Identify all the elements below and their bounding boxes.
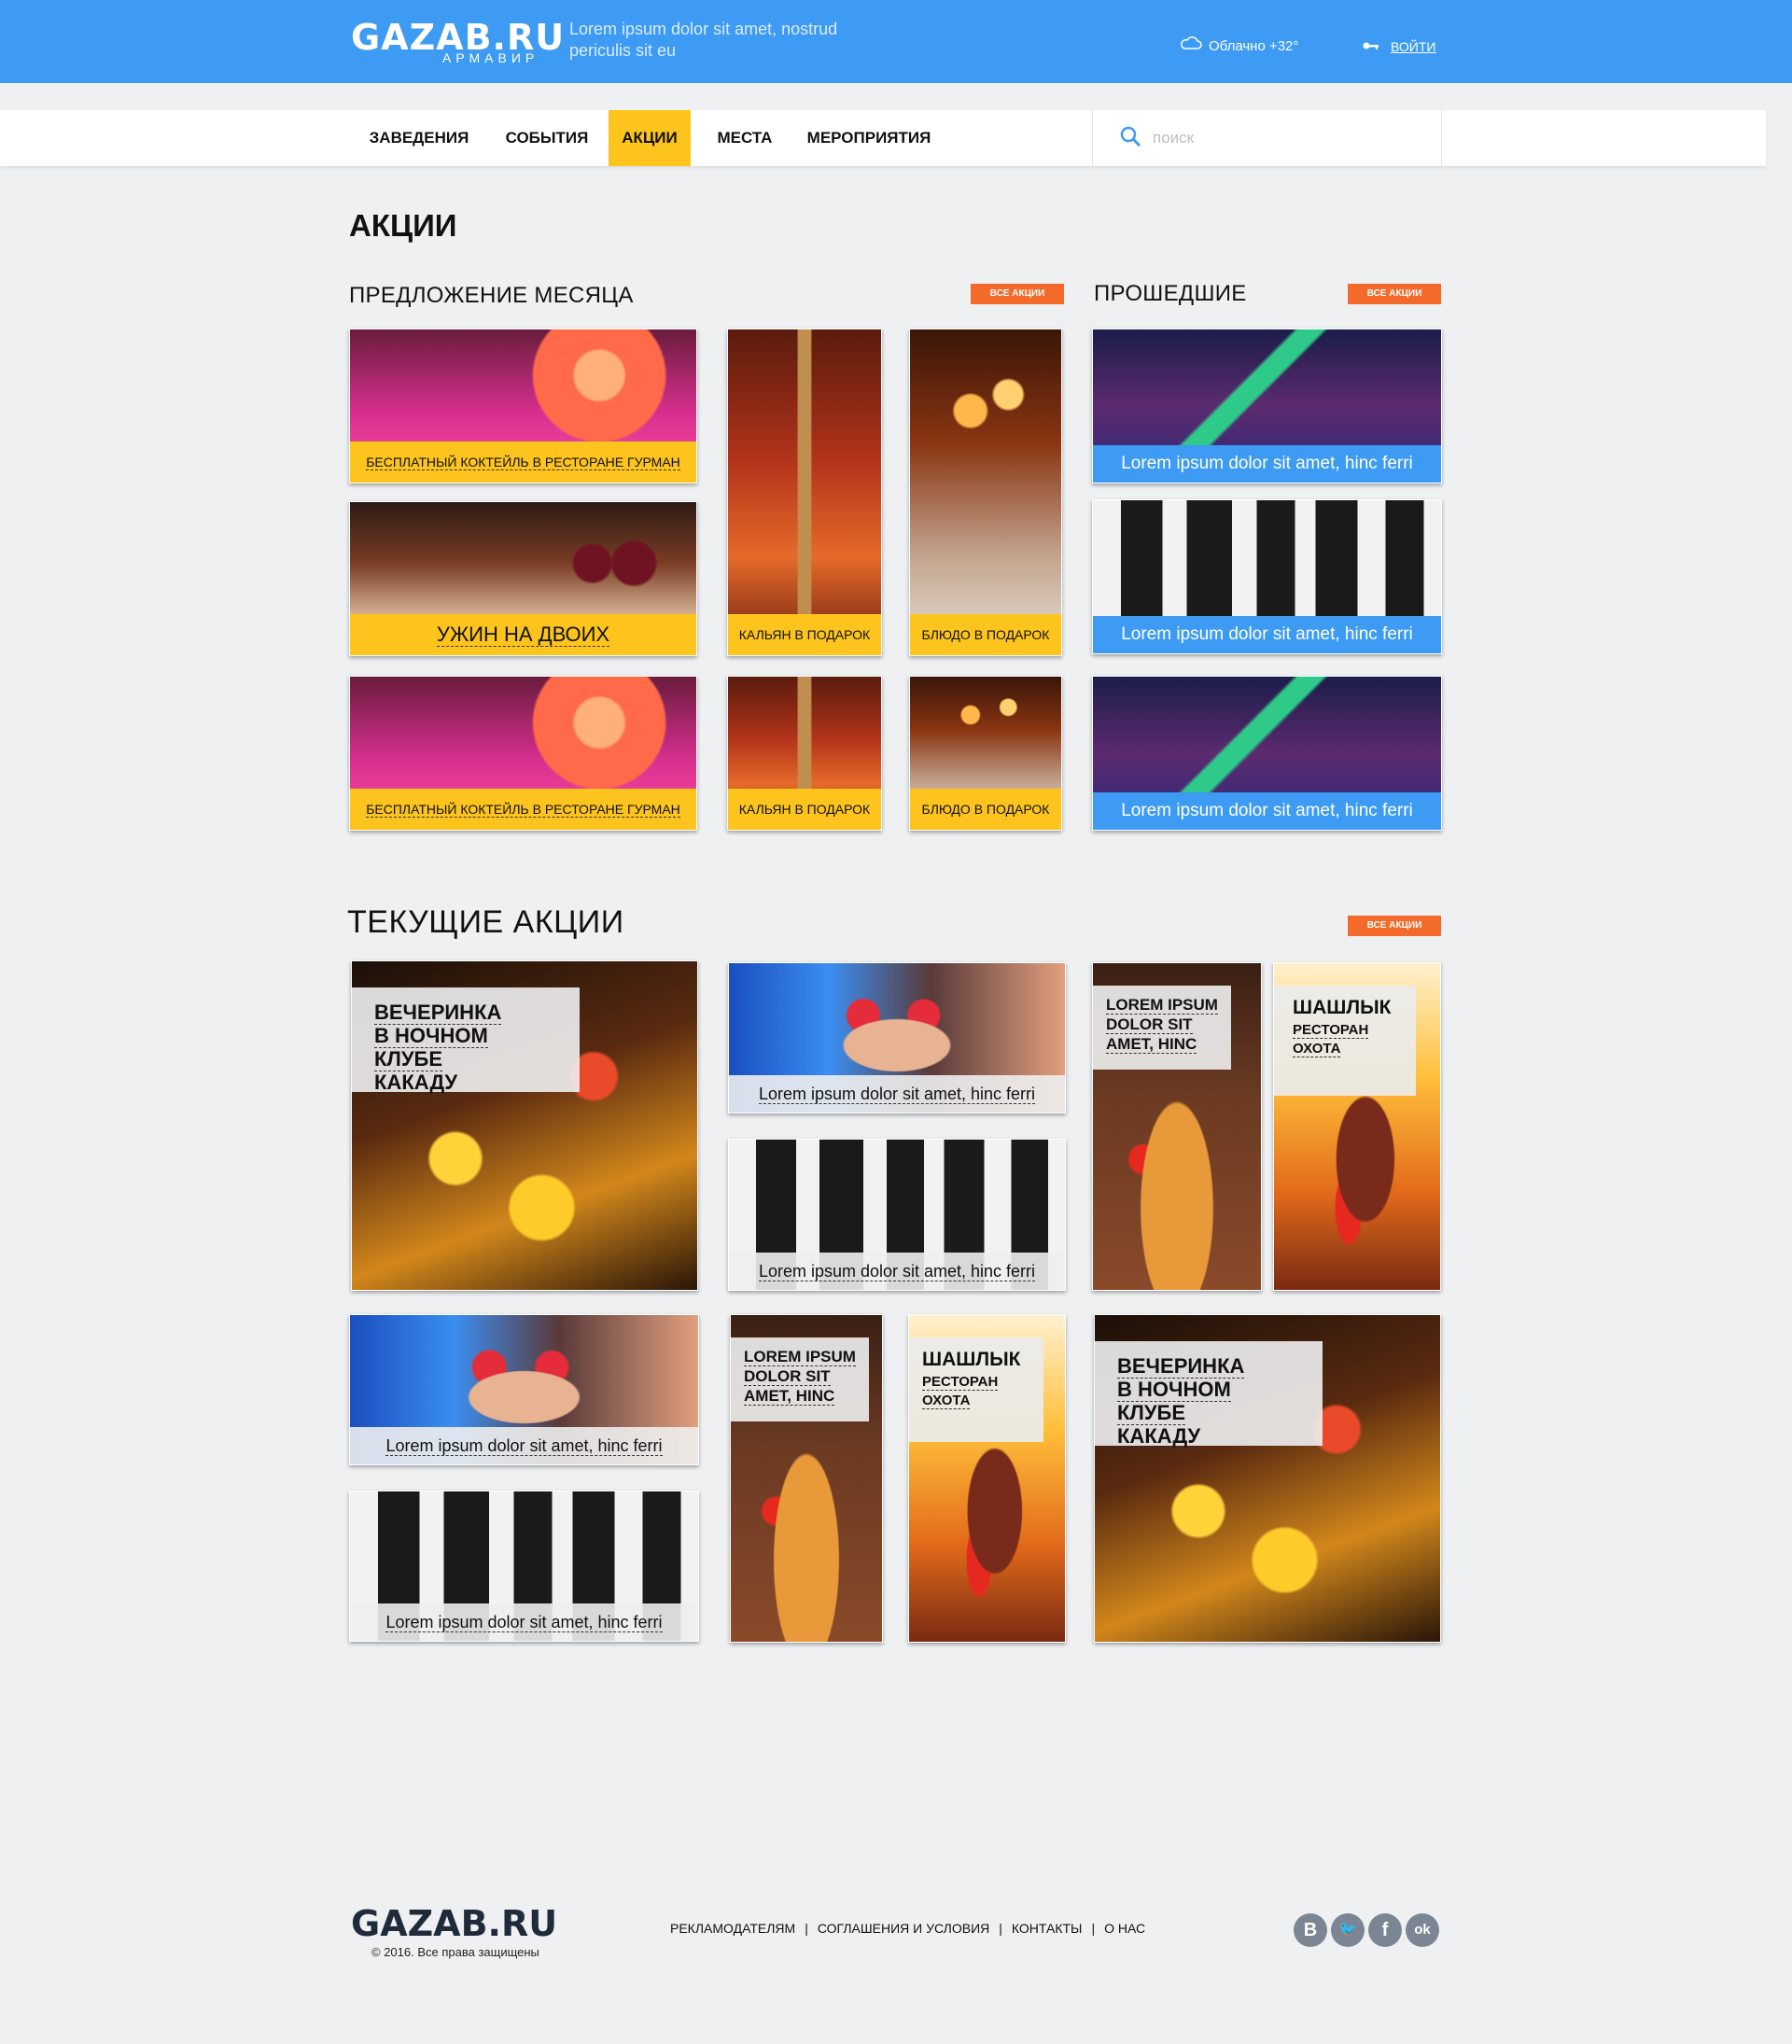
- footer-separator: |: [805, 1921, 808, 1936]
- shashlik-overlay: ШАШЛЫК РЕСТОРАН ОХОТА: [1274, 986, 1416, 1096]
- nav-item-zavedeniya[interactable]: ЗАВЕДЕНИЯ: [351, 110, 487, 166]
- search-box: [1092, 110, 1442, 166]
- page-title: АКЦИИ: [349, 208, 457, 243]
- current-card-girl[interactable]: Lorem ipsum dolor sit amet, hinc ferri: [728, 962, 1066, 1113]
- current-card-band[interactable]: Lorem ipsum dolor sit amet, hinc ferri: [349, 1491, 699, 1642]
- footer-link-terms[interactable]: СОГЛАШЕНИЯ И УСЛОВИЯ: [818, 1921, 989, 1936]
- current-card-shashlik[interactable]: ШАШЛЫК РЕСТОРАН ОХОТА: [1273, 962, 1441, 1291]
- current-card-caption: Lorem ipsum dolor sit amet, hinc ferri: [350, 1603, 698, 1641]
- login-link[interactable]: ВОЙТИ: [1363, 35, 1435, 58]
- login-label: ВОЙТИ: [1391, 39, 1436, 54]
- facebook-icon[interactable]: f: [1368, 1913, 1402, 1947]
- offer-card-caption: БЕСПЛАТНЫЙ КОКТЕЙЛЬ В РЕСТОРАНЕ ГУРМАН: [350, 789, 696, 830]
- past-card-caption: Lorem ipsum dolor sit amet, hinc ferri: [1093, 616, 1441, 653]
- past-title: ПРОШЕДШИЕ: [1094, 281, 1247, 306]
- offer-card-caption: УЖИН НА ДВОИХ: [350, 614, 696, 655]
- tagline: Lorem ipsum dolor sit amet, nostrud peri…: [569, 20, 838, 60]
- pizza-overlay: LOREM IPSUM DOLOR SIT AMET, HINC: [1093, 986, 1231, 1070]
- current-card-pizza[interactable]: LOREM IPSUM DOLOR SIT AMET, HINC: [730, 1314, 883, 1643]
- offer-card-dish[interactable]: БЛЮДО В ПОДАРОК: [909, 676, 1062, 831]
- vk-icon[interactable]: B: [1294, 1913, 1327, 1947]
- nav-item-meropriyatiya[interactable]: МЕРОПРИЯТИЯ: [799, 110, 939, 166]
- current-card-caption: Lorem ipsum dolor sit amet, hinc ferri: [350, 1427, 698, 1464]
- party-overlay: ВЕЧЕРИНКА В НОЧНОМ КЛУБЕ КАКАДУ: [1095, 1341, 1323, 1449]
- city-label: АРМАВИР: [442, 50, 539, 65]
- twitter-icon[interactable]: 🐦: [1331, 1913, 1365, 1947]
- offer-all-button[interactable]: ВСЕ АКЦИИ: [971, 284, 1064, 304]
- footer-separator: |: [999, 1921, 1002, 1936]
- offer-card-caption: БЛЮДО В ПОДАРОК: [910, 789, 1061, 830]
- key-icon: [1363, 35, 1379, 58]
- party-overlay: ВЕЧЕРИНКА В НОЧНОМ КЛУБЕ КАКАДУ: [352, 987, 580, 1095]
- search-icon[interactable]: [1119, 125, 1141, 152]
- offer-card-caption: БЕСПЛАТНЫЙ КОКТЕЙЛЬ В РЕСТОРАНЕ ГУРМАН: [350, 441, 696, 483]
- current-card-band[interactable]: Lorem ipsum dolor sit amet, hinc ferri: [728, 1139, 1066, 1291]
- offer-card-caption: КАЛЬЯН В ПОДАРОК: [728, 789, 881, 830]
- offer-title: ПРЕДЛОЖЕНИЕ МЕСЯЦА: [349, 283, 634, 308]
- current-card-caption: Lorem ipsum dolor sit amet, hinc ferri: [729, 1075, 1065, 1113]
- current-title: ТЕКУЩИЕ АКЦИИ: [347, 904, 624, 940]
- past-card-guitar[interactable]: Lorem ipsum dolor sit amet, hinc ferri: [1092, 676, 1442, 831]
- current-card-pizza[interactable]: LOREM IPSUM DOLOR SIT AMET, HINC: [1092, 962, 1262, 1291]
- offer-card-cocktail[interactable]: БЕСПЛАТНЫЙ КОКТЕЙЛЬ В РЕСТОРАНЕ ГУРМАН: [349, 329, 697, 483]
- nav-item-mesta[interactable]: МЕСТА: [702, 110, 788, 166]
- shashlik-title: ШАШЛЫК: [922, 1349, 1021, 1370]
- footer-link-advertisers[interactable]: РЕКЛАМОДАТЕЛЯМ: [670, 1921, 795, 1936]
- weather-text: Облачно +32°: [1209, 38, 1299, 54]
- weather-widget: Облачно +32°: [1179, 35, 1298, 58]
- shashlik-title: ШАШЛЫК: [1293, 997, 1392, 1018]
- past-card-caption: Lorem ipsum dolor sit amet, hinc ferri: [1093, 445, 1441, 483]
- current-card-party[interactable]: ВЕЧЕРИНКА В НОЧНОМ КЛУБЕ КАКАДУ: [351, 960, 698, 1291]
- offer-card-dish[interactable]: БЛЮДО В ПОДАРОК: [909, 329, 1062, 656]
- current-all-button[interactable]: ВСЕ АКЦИИ: [1348, 916, 1441, 936]
- footer-separator: |: [1091, 1921, 1096, 1936]
- cloud-icon: [1179, 35, 1203, 58]
- footer-link-about[interactable]: О НАС: [1104, 1921, 1145, 1936]
- footer-link-contacts[interactable]: КОНТАКТЫ: [1012, 1921, 1083, 1936]
- current-card-shashlik[interactable]: ШАШЛЫК РЕСТОРАН ОХОТА: [908, 1314, 1066, 1643]
- top-bar: [0, 0, 1792, 83]
- copyright: © 2016. Все права защищены: [371, 1945, 539, 1959]
- offer-card-hookah[interactable]: КАЛЬЯН В ПОДАРОК: [727, 676, 882, 831]
- shashlik-overlay: ШАШЛЫК РЕСТОРАН ОХОТА: [909, 1337, 1043, 1442]
- past-card-band[interactable]: Lorem ipsum dolor sit amet, hinc ferri: [1092, 499, 1442, 654]
- current-card-party[interactable]: ВЕЧЕРИНКА В НОЧНОМ КЛУБЕ КАКАДУ: [1094, 1314, 1441, 1643]
- offer-card-hookah[interactable]: КАЛЬЯН В ПОДАРОК: [727, 329, 882, 656]
- footer-links: РЕКЛАМОДАТЕЛЯМ | СОГЛАШЕНИЯ И УСЛОВИЯ | …: [670, 1921, 1145, 1936]
- offer-card-dinner[interactable]: УЖИН НА ДВОИХ: [349, 501, 697, 656]
- nav-item-akcii[interactable]: АКЦИИ: [609, 110, 691, 166]
- nav-item-sobytiya[interactable]: СОБЫТИЯ: [495, 110, 599, 166]
- current-card-caption: Lorem ipsum dolor sit amet, hinc ferri: [729, 1253, 1065, 1290]
- search-input[interactable]: [1153, 129, 1386, 147]
- offer-card-cocktail[interactable]: БЕСПЛАТНЫЙ КОКТЕЙЛЬ В РЕСТОРАНЕ ГУРМАН: [349, 676, 697, 831]
- footer-logo[interactable]: GAZAB.RU: [351, 1904, 557, 1943]
- past-all-button[interactable]: ВСЕ АКЦИИ: [1348, 284, 1441, 304]
- offer-card-caption: БЛЮДО В ПОДАРОК: [910, 614, 1061, 655]
- past-card-guitar[interactable]: Lorem ipsum dolor sit amet, hinc ferri: [1092, 329, 1442, 483]
- offer-card-caption: КАЛЬЯН В ПОДАРОК: [728, 614, 881, 655]
- pizza-overlay: LOREM IPSUM DOLOR SIT AMET, HINC: [731, 1337, 869, 1421]
- past-card-caption: Lorem ipsum dolor sit amet, hinc ferri: [1093, 792, 1441, 830]
- odnoklassniki-icon[interactable]: ok: [1406, 1913, 1439, 1947]
- current-card-girl[interactable]: Lorem ipsum dolor sit amet, hinc ferri: [349, 1314, 699, 1465]
